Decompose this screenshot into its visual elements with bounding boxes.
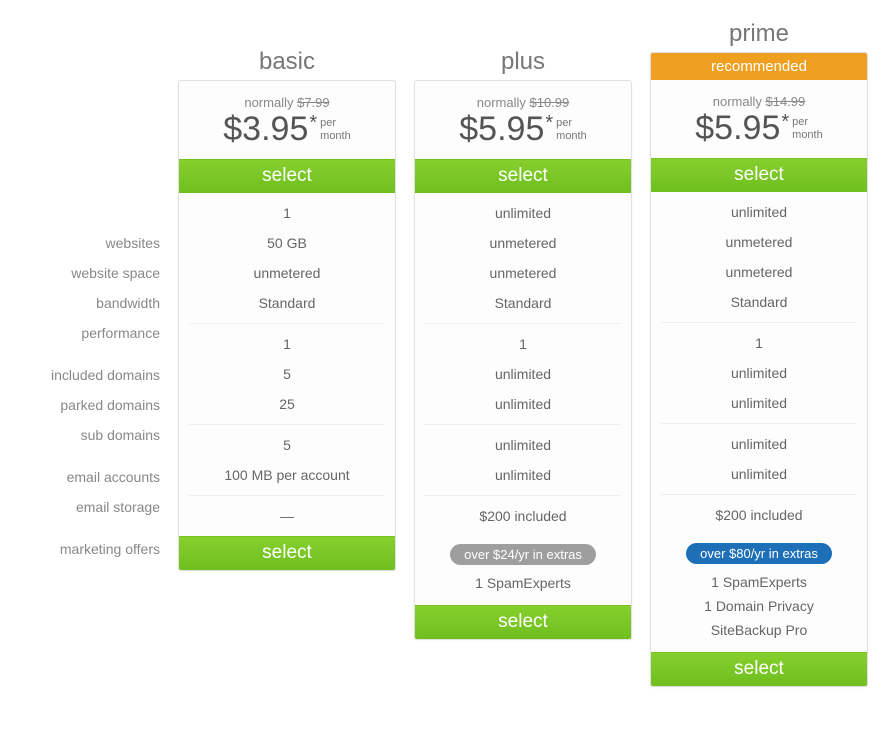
plus-email-storage: unlimited <box>425 460 621 490</box>
prime-extra-2: SiteBackup Pro <box>661 618 857 642</box>
prime-website-space: unmetered <box>661 227 857 257</box>
basic-marketing-offers: — <box>189 501 385 531</box>
prime-websites: unlimited <box>661 197 857 227</box>
plus-website-space: unmetered <box>425 228 621 258</box>
plan-basic-select-top[interactable]: select <box>179 159 395 193</box>
plan-prime-select-bottom[interactable]: select <box>651 652 867 686</box>
basic-sub-domains: 25 <box>189 389 385 419</box>
prime-parked-domains: unlimited <box>661 358 857 388</box>
plan-prime: prime recommended normally $14.99 $5.95*… <box>650 20 868 687</box>
label-email-accounts: email accounts <box>10 462 160 492</box>
basic-parked-domains: 5 <box>189 359 385 389</box>
basic-email-accounts: 5 <box>189 430 385 460</box>
basic-performance: Standard <box>189 288 385 318</box>
plan-basic-old-price: $7.99 <box>297 95 330 110</box>
basic-email-storage: 100 MB per account <box>189 460 385 490</box>
prime-bandwidth: unmetered <box>661 257 857 287</box>
plan-plus-select-bottom[interactable]: select <box>415 605 631 639</box>
plan-plus-old-price: $10.99 <box>529 95 569 110</box>
plus-websites: unlimited <box>425 198 621 228</box>
label-websites: websites <box>10 228 160 258</box>
plus-included-domains: 1 <box>425 329 621 359</box>
plan-plus-price: $5.95 <box>459 110 544 149</box>
label-parked-domains: parked domains <box>10 390 160 420</box>
plus-extra-0: 1 SpamExperts <box>425 571 621 595</box>
plan-basic-title: basic <box>259 48 315 75</box>
plan-prime-select-top[interactable]: select <box>651 158 867 192</box>
plan-plus-price-block: normally $10.99 $5.95* permonth <box>415 81 631 159</box>
label-included-domains: included domains <box>10 360 160 390</box>
prime-marketing-offers: $200 included <box>661 500 857 530</box>
prime-extra-1: 1 Domain Privacy <box>661 594 857 618</box>
plan-prime-price: $5.95 <box>695 109 780 148</box>
plus-extras-badge: over $24/yr in extras <box>450 544 596 565</box>
basic-websites: 1 <box>189 198 385 228</box>
pricing-table: websites website space bandwidth perform… <box>10 20 866 687</box>
plan-basic-select-bottom[interactable]: select <box>179 536 395 570</box>
basic-bandwidth: unmetered <box>189 258 385 288</box>
plus-marketing-offers: $200 included <box>425 501 621 531</box>
plan-plus: plus normally $10.99 $5.95* permonth sel… <box>414 20 632 640</box>
prime-sub-domains: unlimited <box>661 388 857 418</box>
label-bandwidth: bandwidth <box>10 288 160 318</box>
plan-prime-title: prime <box>729 20 789 47</box>
prime-email-accounts: unlimited <box>661 429 857 459</box>
plan-prime-old-price: $14.99 <box>765 94 805 109</box>
plan-basic-price-block: normally $7.99 $3.95* permonth <box>179 81 395 159</box>
label-website-space: website space <box>10 258 160 288</box>
feature-labels: websites website space bandwidth perform… <box>10 20 160 564</box>
label-email-storage: email storage <box>10 492 160 522</box>
prime-extras-badge: over $80/yr in extras <box>686 543 832 564</box>
plus-parked-domains: unlimited <box>425 359 621 389</box>
prime-email-storage: unlimited <box>661 459 857 489</box>
prime-included-domains: 1 <box>661 328 857 358</box>
basic-website-space: 50 GB <box>189 228 385 258</box>
label-marketing-offers: marketing offers <box>10 534 160 564</box>
recommended-badge: recommended <box>651 53 867 80</box>
label-sub-domains: sub domains <box>10 420 160 450</box>
plan-basic: basic normally $7.99 $3.95* permonth sel… <box>178 20 396 571</box>
plus-bandwidth: unmetered <box>425 258 621 288</box>
basic-included-domains: 1 <box>189 329 385 359</box>
plan-plus-title: plus <box>501 48 545 75</box>
label-performance: performance <box>10 318 160 348</box>
plan-plus-select-top[interactable]: select <box>415 159 631 193</box>
plus-email-accounts: unlimited <box>425 430 621 460</box>
plus-performance: Standard <box>425 288 621 318</box>
plus-sub-domains: unlimited <box>425 389 621 419</box>
prime-performance: Standard <box>661 287 857 317</box>
plan-prime-price-block: normally $14.99 $5.95* permonth <box>651 80 867 158</box>
plan-basic-price: $3.95 <box>223 110 308 149</box>
prime-extra-0: 1 SpamExperts <box>661 570 857 594</box>
